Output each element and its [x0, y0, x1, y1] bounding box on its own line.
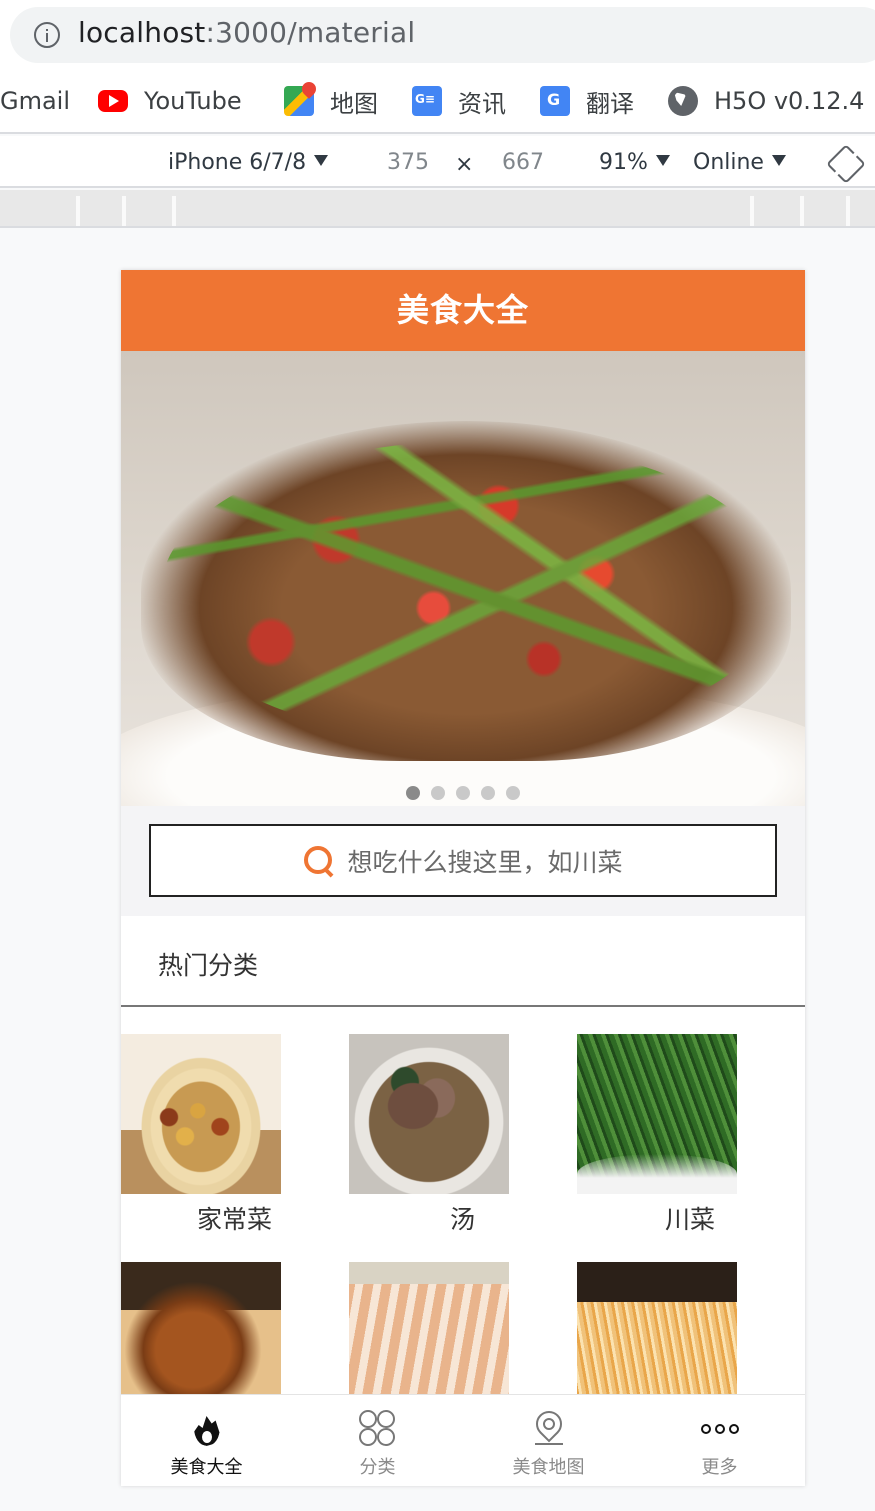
- map-pin-icon: [529, 1409, 569, 1449]
- section-title: 热门分类: [158, 951, 259, 980]
- bookmark-label: 翻译: [586, 89, 634, 118]
- device-toolbar: iPhone 6/7/8 375 × 667 91% Online: [0, 136, 875, 188]
- bookmark-label: 地图: [330, 89, 378, 118]
- category-image: [121, 1034, 281, 1194]
- search-input[interactable]: 想吃什么搜这里，如川菜: [149, 824, 777, 897]
- bookmark-gmail[interactable]: Gmail: [0, 84, 70, 118]
- bookmark-label: H5O v0.12.4: [714, 87, 865, 115]
- chevron-down-icon: [314, 155, 329, 166]
- more-icon: [700, 1409, 740, 1449]
- tab-label: 美食地图: [512, 1457, 585, 1478]
- banner-carousel[interactable]: [121, 351, 805, 806]
- category-image: [349, 1034, 509, 1194]
- tab-more[interactable]: 更多: [634, 1395, 805, 1486]
- bookmark-youtube[interactable]: YouTube: [98, 84, 242, 118]
- tab-food-map[interactable]: 美食地图: [463, 1395, 634, 1486]
- carousel-dot[interactable]: [431, 786, 445, 800]
- maps-icon: [284, 86, 314, 116]
- bookmarks-bar: Gmail YouTube 地图 资讯 翻译 H5O v0.12.4: [0, 70, 875, 134]
- url-text[interactable]: localhost:3000/material: [78, 16, 415, 49]
- media-query-ruler: [0, 190, 875, 228]
- device-select[interactable]: iPhone 6/7/8: [168, 150, 329, 175]
- network-value: Online: [693, 150, 764, 175]
- bookmark-label: Gmail: [0, 87, 71, 115]
- banner-greens: [161, 441, 781, 741]
- times-sign: ×: [455, 152, 474, 177]
- news-icon: [412, 86, 442, 116]
- search-section: 想吃什么搜这里，如川菜: [121, 806, 805, 916]
- category-label: 川菜: [665, 1205, 716, 1234]
- site-info-icon[interactable]: [34, 22, 60, 48]
- url-host: localhost: [78, 16, 206, 49]
- url-path: :3000/material: [205, 16, 416, 49]
- chevron-down-icon: [771, 155, 786, 166]
- width-input[interactable]: 375: [387, 150, 429, 175]
- flame-icon: [187, 1409, 227, 1449]
- carousel-dot[interactable]: [506, 786, 520, 800]
- bookmark-h5o[interactable]: H5O v0.12.4: [668, 84, 864, 118]
- search-icon: [303, 845, 335, 877]
- divider: [121, 1005, 805, 1007]
- category-label: 家常菜: [197, 1205, 273, 1234]
- category-item[interactable]: 家常菜: [121, 1034, 281, 1234]
- tab-category[interactable]: 分类: [292, 1395, 463, 1486]
- browser-toolbar: localhost:3000/material: [0, 0, 875, 70]
- category-item[interactable]: 川菜: [577, 1034, 737, 1234]
- chevron-down-icon: [655, 155, 670, 166]
- network-select[interactable]: Online: [693, 150, 786, 175]
- tab-label: 更多: [701, 1457, 738, 1478]
- category-item[interactable]: 汤: [349, 1034, 509, 1234]
- bookmark-label: YouTube: [144, 87, 242, 115]
- globe-icon: [668, 86, 698, 116]
- search-placeholder: 想吃什么搜这里，如川菜: [347, 847, 623, 877]
- tab-label: 分类: [359, 1457, 396, 1478]
- youtube-icon: [98, 90, 128, 112]
- translate-icon: [540, 86, 570, 116]
- bookmark-label: 资讯: [458, 89, 506, 118]
- tab-label: 美食大全: [170, 1457, 243, 1478]
- bookmark-translate[interactable]: 翻译: [540, 84, 634, 118]
- bookmark-news[interactable]: 资讯: [412, 84, 506, 118]
- device-name: iPhone 6/7/8: [168, 150, 307, 175]
- phone-viewport: 美食大全 想吃什么搜这里，如川菜 热门分类 家常菜 汤 川菜 美食大全 分类 美…: [121, 270, 805, 1486]
- zoom-select[interactable]: 91%: [599, 150, 670, 175]
- carousel-dot[interactable]: [456, 786, 470, 800]
- height-input[interactable]: 667: [502, 150, 544, 175]
- carousel-indicators: [121, 786, 805, 800]
- carousel-dot[interactable]: [406, 786, 420, 800]
- zoom-value: 91%: [599, 150, 648, 175]
- category-label: 汤: [450, 1205, 476, 1234]
- carousel-dot[interactable]: [481, 786, 495, 800]
- bottom-tabbar: 美食大全 分类 美食地图 更多: [121, 1394, 805, 1486]
- grid-icon: [358, 1409, 398, 1449]
- bookmark-maps[interactable]: 地图: [284, 84, 378, 118]
- category-image: [577, 1034, 737, 1194]
- app-title: 美食大全: [121, 270, 805, 351]
- tab-food[interactable]: 美食大全: [121, 1395, 292, 1486]
